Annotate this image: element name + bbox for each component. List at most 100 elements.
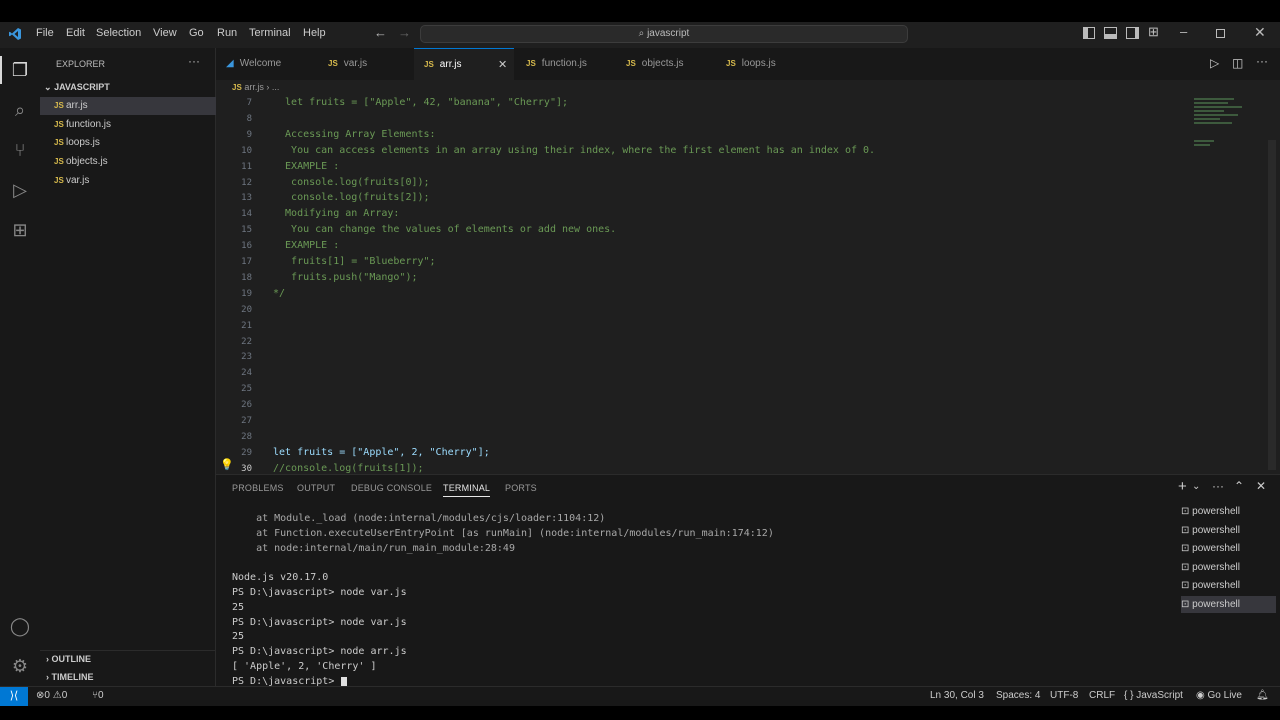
js-file-icon: JS (726, 59, 736, 68)
code-line: Accessing Array Elements: (273, 128, 436, 140)
folder-javascript[interactable]: ⌄ JAVASCRIPT (44, 82, 110, 93)
command-center-search[interactable]: ⌕ javascript (420, 25, 908, 43)
close-window-icon[interactable]: ✕ (1254, 24, 1266, 41)
toggle-secondary-sidebar-icon[interactable] (1126, 27, 1139, 39)
split-editor-icon[interactable]: ◫ (1232, 56, 1243, 70)
terminal-instance[interactable]: ⊡ powershell (1181, 596, 1276, 613)
account-icon[interactable]: ◯ (8, 614, 32, 638)
tab-problems[interactable]: PROBLEMS (232, 483, 284, 493)
minimize-icon[interactable]: – (1180, 24, 1187, 39)
more-actions-icon[interactable]: ··· (1212, 479, 1224, 493)
minimap[interactable] (1194, 96, 1254, 156)
new-terminal-icon[interactable]: + (1178, 478, 1187, 495)
editor-scrollbar[interactable] (1268, 140, 1276, 470)
activity-bar: ❐ ⌕ ⑂ ▷ ⊞ ◯ ⚙ (0, 48, 40, 686)
notifications-bell-icon[interactable]: 🔔︎ (1256, 690, 1269, 701)
tab-welcome[interactable]: ◢ Welcome (216, 48, 316, 80)
tab-function-js[interactable]: JS function.js (516, 48, 614, 80)
go-live-button[interactable]: ◉ Go Live (1196, 690, 1242, 701)
terminal-instance[interactable]: ⊡ powershell (1181, 540, 1276, 557)
tab-var-js[interactable]: JS var.js (318, 48, 414, 80)
chevron-right-icon: › (46, 672, 49, 682)
file-function-js[interactable]: JS function.js (40, 116, 216, 134)
code-line: Modifying an Array: (273, 208, 400, 220)
file-loops-js[interactable]: JS loops.js (40, 134, 216, 152)
chevron-right-icon: › (46, 654, 49, 664)
tab-terminal[interactable]: TERMINAL (443, 483, 491, 497)
code-editor[interactable]: JS arr.js › ... 7 let fruits = ["Apple",… (216, 80, 1280, 474)
run-debug-icon[interactable]: ▷ (8, 178, 32, 202)
vscode-logo-icon: ◢ (226, 58, 234, 69)
terminal-instance[interactable]: ⊡ powershell (1181, 503, 1276, 520)
explorer-sidebar: EXPLORER ··· ⌄ JAVASCRIPT JS arr.js JS fun… (40, 48, 216, 686)
file-var-js[interactable]: JS var.js (40, 172, 216, 190)
menu-edit[interactable]: Edit (66, 27, 85, 39)
end-of-line[interactable]: CRLF (1089, 690, 1115, 701)
tab-arr-js[interactable]: JS arr.js ✕ (414, 48, 514, 80)
line-number: 14 (241, 209, 252, 220)
language-mode[interactable]: { } JavaScript (1124, 690, 1183, 701)
forward-arrow-icon[interactable]: → (398, 25, 411, 40)
terminal-instance[interactable]: ⊡ powershell (1181, 559, 1276, 576)
divider (40, 650, 216, 651)
menu-run[interactable]: Run (217, 27, 237, 39)
tab-ports[interactable]: PORTS (505, 483, 537, 493)
terminal-instance[interactable]: ⊡ powershell (1181, 522, 1276, 539)
back-arrow-icon[interactable]: ← (374, 25, 387, 40)
chevron-down-icon[interactable]: ⌄ (1192, 481, 1200, 492)
explorer-header: EXPLORER (56, 59, 106, 69)
encoding[interactable]: UTF-8 (1050, 690, 1078, 701)
more-actions-icon[interactable]: ··· (188, 54, 200, 68)
terminal-icon: ⊡ (1181, 524, 1193, 536)
extensions-icon[interactable]: ⊞ (8, 218, 32, 242)
run-file-icon[interactable]: ▷ (1210, 56, 1219, 70)
search-view-icon[interactable]: ⌕ (8, 98, 32, 122)
source-control-icon[interactable]: ⑂ (8, 138, 32, 162)
terminal-instance[interactable]: ⊡ powershell (1181, 577, 1276, 594)
ports-status[interactable]: ⑂0 (92, 690, 104, 701)
chevron-down-icon: ⌄ (44, 82, 52, 92)
menu-selection[interactable]: Selection (96, 27, 141, 39)
terminal-instance-label: powershell (1192, 524, 1240, 536)
explorer-icon[interactable]: ❐ (8, 58, 32, 82)
tab-output[interactable]: OUTPUT (297, 483, 335, 493)
bottom-panel: PROBLEMS OUTPUT DEBUG CONSOLE TERMINAL P… (216, 474, 1280, 689)
toggle-panel-icon[interactable] (1104, 27, 1117, 39)
menu-file[interactable]: File (36, 27, 54, 39)
customize-layout-icon[interactable]: ⊞ (1148, 24, 1159, 40)
timeline-section[interactable]: › TIMELINE (46, 672, 94, 682)
status-bar: ⟩⟨ ⊗0 ⚠0 ⑂0 Ln 30, Col 3 Spaces: 4 UTF-8… (0, 686, 1280, 706)
file-arr-js[interactable]: JS arr.js (40, 97, 216, 115)
terminal-line: 25 (232, 631, 245, 643)
menu-view[interactable]: View (153, 27, 177, 39)
outline-section[interactable]: › OUTLINE (46, 654, 91, 664)
settings-gear-icon[interactable]: ⚙ (8, 654, 32, 678)
line-number: 13 (241, 193, 252, 204)
close-panel-icon[interactable]: ✕ (1256, 479, 1266, 493)
tab-objects-js[interactable]: JS objects.js (616, 48, 714, 80)
js-file-icon: JS (328, 59, 338, 68)
maximize-icon[interactable] (1216, 29, 1225, 38)
close-tab-icon[interactable]: ✕ (498, 49, 507, 81)
file-objects-js[interactable]: JS objects.js (40, 153, 216, 171)
indentation[interactable]: Spaces: 4 (996, 690, 1040, 701)
terminal-line: Node.js v20.17.0 (232, 572, 329, 584)
menu-go[interactable]: Go (189, 27, 204, 39)
broadcast-icon: ◉ (1196, 690, 1205, 701)
toggle-sidebar-icon[interactable] (1083, 27, 1095, 39)
lightbulb-icon[interactable]: 💡 (220, 458, 234, 471)
active-indicator (0, 56, 2, 84)
line-number: 20 (241, 304, 252, 315)
menu-help[interactable]: Help (303, 27, 326, 39)
cursor-position[interactable]: Ln 30, Col 3 (930, 690, 984, 701)
maximize-panel-icon[interactable]: ⌃ (1234, 479, 1244, 493)
line-number: 12 (241, 177, 252, 188)
tab-debug-console[interactable]: DEBUG CONSOLE (351, 483, 432, 493)
tab-loops-js[interactable]: JS loops.js (716, 48, 814, 80)
problems-status[interactable]: ⊗0 ⚠0 (36, 690, 67, 701)
menu-terminal[interactable]: Terminal (249, 27, 291, 39)
code-line: fruits.push("Mango"); (273, 271, 418, 283)
remote-icon[interactable]: ⟩⟨ (0, 687, 28, 706)
code-line: You can change the values of elements or… (273, 224, 617, 236)
more-actions-icon[interactable]: ··· (1256, 54, 1268, 68)
